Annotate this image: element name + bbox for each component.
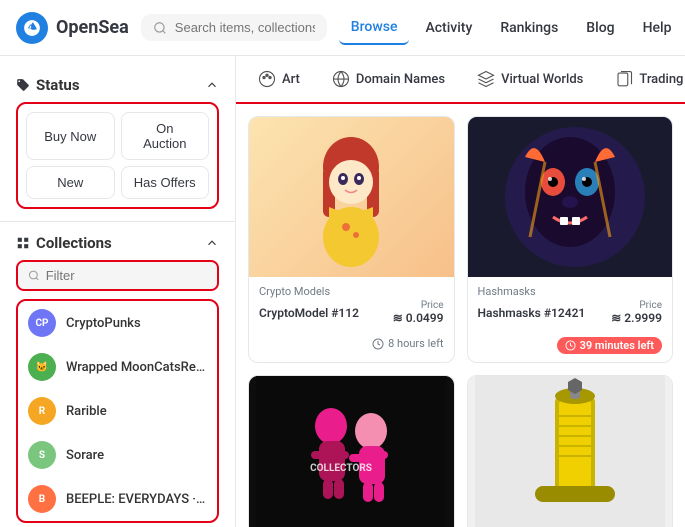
nft-image-3 — [468, 376, 673, 527]
search-icon-2 — [28, 269, 40, 282]
collections-label: Collections — [16, 234, 112, 252]
on-auction-button[interactable]: On Auction — [121, 112, 210, 160]
collection-item-mooncats[interactable]: 🐱 Wrapped MoonCatsRescue — [18, 345, 217, 389]
svg-text:COLLECTORS: COLLECTORS — [310, 463, 372, 474]
chevron-up-icon — [205, 78, 219, 92]
search-input[interactable] — [175, 20, 315, 35]
nft-grid: Crypto Models CryptoModel #112 Price ≋ 0… — [236, 104, 685, 527]
cards-icon — [615, 70, 633, 88]
logo[interactable]: OpenSea — [16, 12, 129, 44]
nft-collection-1: Hashmasks — [478, 285, 663, 298]
nft-name-price-1: Hashmasks #12421 Price ≋ 2.9999 — [478, 300, 663, 325]
nft-name-0: CryptoModel #112 — [259, 306, 359, 320]
nft-footer-0: 8 hours left — [249, 333, 454, 358]
nft-image-0 — [249, 117, 454, 277]
tag-icon — [16, 78, 30, 92]
category-tabs: Art Domain Names Virtual Worlds Trading … — [236, 56, 685, 104]
collection-name: BEEPLE: EVERYDAYS · THE 2020 ... — [66, 492, 207, 507]
collection-item-beeple[interactable]: B BEEPLE: EVERYDAYS · THE 2020 ... — [18, 477, 217, 521]
nft-image-2: COLLECTORS — [249, 376, 454, 527]
collection-search[interactable] — [16, 260, 219, 291]
nft-collection-0: Crypto Models — [259, 285, 444, 298]
opensea-icon — [23, 19, 41, 37]
nav-activity[interactable]: Activity — [413, 12, 484, 44]
nft-art-2: COLLECTORS — [256, 376, 446, 527]
nft-card-1[interactable]: Hashmasks Hashmasks #12421 Price ≋ 2.999… — [467, 116, 674, 363]
tab-art[interactable]: Art — [244, 62, 314, 96]
sidebar: Status Buy Now On Auction New Has Offers… — [0, 56, 236, 527]
collections-section: Collections CP CryptoPunks 🐱 Wrapped Moo… — [0, 222, 235, 527]
collections-header[interactable]: Collections — [16, 234, 219, 252]
collection-item-cryptopunks[interactable]: CP CryptoPunks — [18, 301, 217, 345]
search-icon — [153, 21, 167, 35]
nft-price-1: ≋ 2.9999 — [611, 311, 662, 325]
main-layout: Status Buy Now On Auction New Has Offers… — [0, 56, 685, 527]
time-badge-1: 39 minutes left — [557, 337, 662, 354]
nft-card-0[interactable]: Crypto Models CryptoModel #112 Price ≋ 0… — [248, 116, 455, 363]
cube-icon — [477, 70, 495, 88]
chevron-up-icon-2 — [205, 236, 219, 250]
collection-avatar-mooncats: 🐱 — [28, 353, 56, 381]
clock-icon-0 — [372, 338, 384, 350]
has-offers-button[interactable]: Has Offers — [121, 166, 210, 199]
collection-avatar-cryptopunks: CP — [28, 309, 56, 337]
nav-blog[interactable]: Blog — [574, 12, 626, 44]
nft-art-1 — [475, 117, 665, 277]
nft-price-label-0: Price — [393, 300, 444, 311]
nft-info-1: Hashmasks Hashmasks #12421 Price ≋ 2.999… — [468, 277, 673, 333]
collection-avatar-sorare: S — [28, 441, 56, 469]
collection-item-sorare[interactable]: S Sorare — [18, 433, 217, 477]
nft-name-1: Hashmasks #12421 — [478, 306, 586, 320]
nft-name-price-0: CryptoModel #112 Price ≋ 0.0499 — [259, 300, 444, 325]
collection-list: CP CryptoPunks 🐱 Wrapped MoonCatsRescue … — [16, 299, 219, 523]
nft-footer-1: 39 minutes left — [468, 333, 673, 362]
time-badge-0: 8 hours left — [372, 337, 443, 350]
nft-price-0: ≋ 0.0499 — [393, 311, 444, 325]
nft-price-label-1: Price — [611, 300, 662, 311]
nft-art-3 — [475, 376, 665, 527]
status-label: Status — [16, 76, 80, 94]
collection-avatar-rarible: R — [28, 397, 56, 425]
status-grid: Buy Now On Auction New Has Offers — [16, 102, 219, 209]
collection-name: Wrapped MoonCatsRescue — [66, 360, 207, 375]
nft-art-0 — [301, 127, 401, 267]
status-header[interactable]: Status — [16, 76, 219, 94]
globe-icon — [332, 70, 350, 88]
nav-help[interactable]: Help — [631, 12, 684, 44]
nav-links: Browse Activity Rankings Blog Help Creat… — [339, 11, 685, 45]
nft-info-0: Crypto Models CryptoModel #112 Price ≋ 0… — [249, 277, 454, 333]
collection-item-rarible[interactable]: R Rarible — [18, 389, 217, 433]
grid-icon — [16, 236, 30, 250]
nft-card-3[interactable]: Town Star Lift Cylinder Price ⊙ 690 — [467, 375, 674, 527]
collection-avatar-beeple: B — [28, 485, 56, 513]
tab-domain-names[interactable]: Domain Names — [318, 62, 459, 96]
tab-virtual-worlds[interactable]: Virtual Worlds — [463, 62, 597, 96]
status-section: Status Buy Now On Auction New Has Offers — [0, 64, 235, 222]
tab-trading-cards[interactable]: Trading Cards — [601, 62, 685, 96]
clock-icon-1 — [565, 340, 576, 351]
content-area: Art Domain Names Virtual Worlds Trading … — [236, 56, 685, 527]
nft-image-1 — [468, 117, 673, 277]
collection-name: Rarible — [66, 404, 107, 419]
nav-rankings[interactable]: Rankings — [488, 12, 570, 44]
nav-browse[interactable]: Browse — [339, 11, 410, 45]
search-bar[interactable] — [141, 14, 327, 41]
collection-filter-input[interactable] — [46, 268, 207, 283]
logo-text: OpenSea — [56, 17, 129, 38]
new-button[interactable]: New — [26, 166, 115, 199]
logo-icon — [16, 12, 48, 44]
palette-icon — [258, 70, 276, 88]
collection-name: Sorare — [66, 448, 104, 463]
buy-now-button[interactable]: Buy Now — [26, 112, 115, 160]
navbar: OpenSea Browse Activity Rankings Blog He… — [0, 0, 685, 56]
nft-card-2[interactable]: COLLECTORS Lux Cards The Wash-Trading Ca… — [248, 375, 455, 527]
collection-name: CryptoPunks — [66, 316, 141, 331]
